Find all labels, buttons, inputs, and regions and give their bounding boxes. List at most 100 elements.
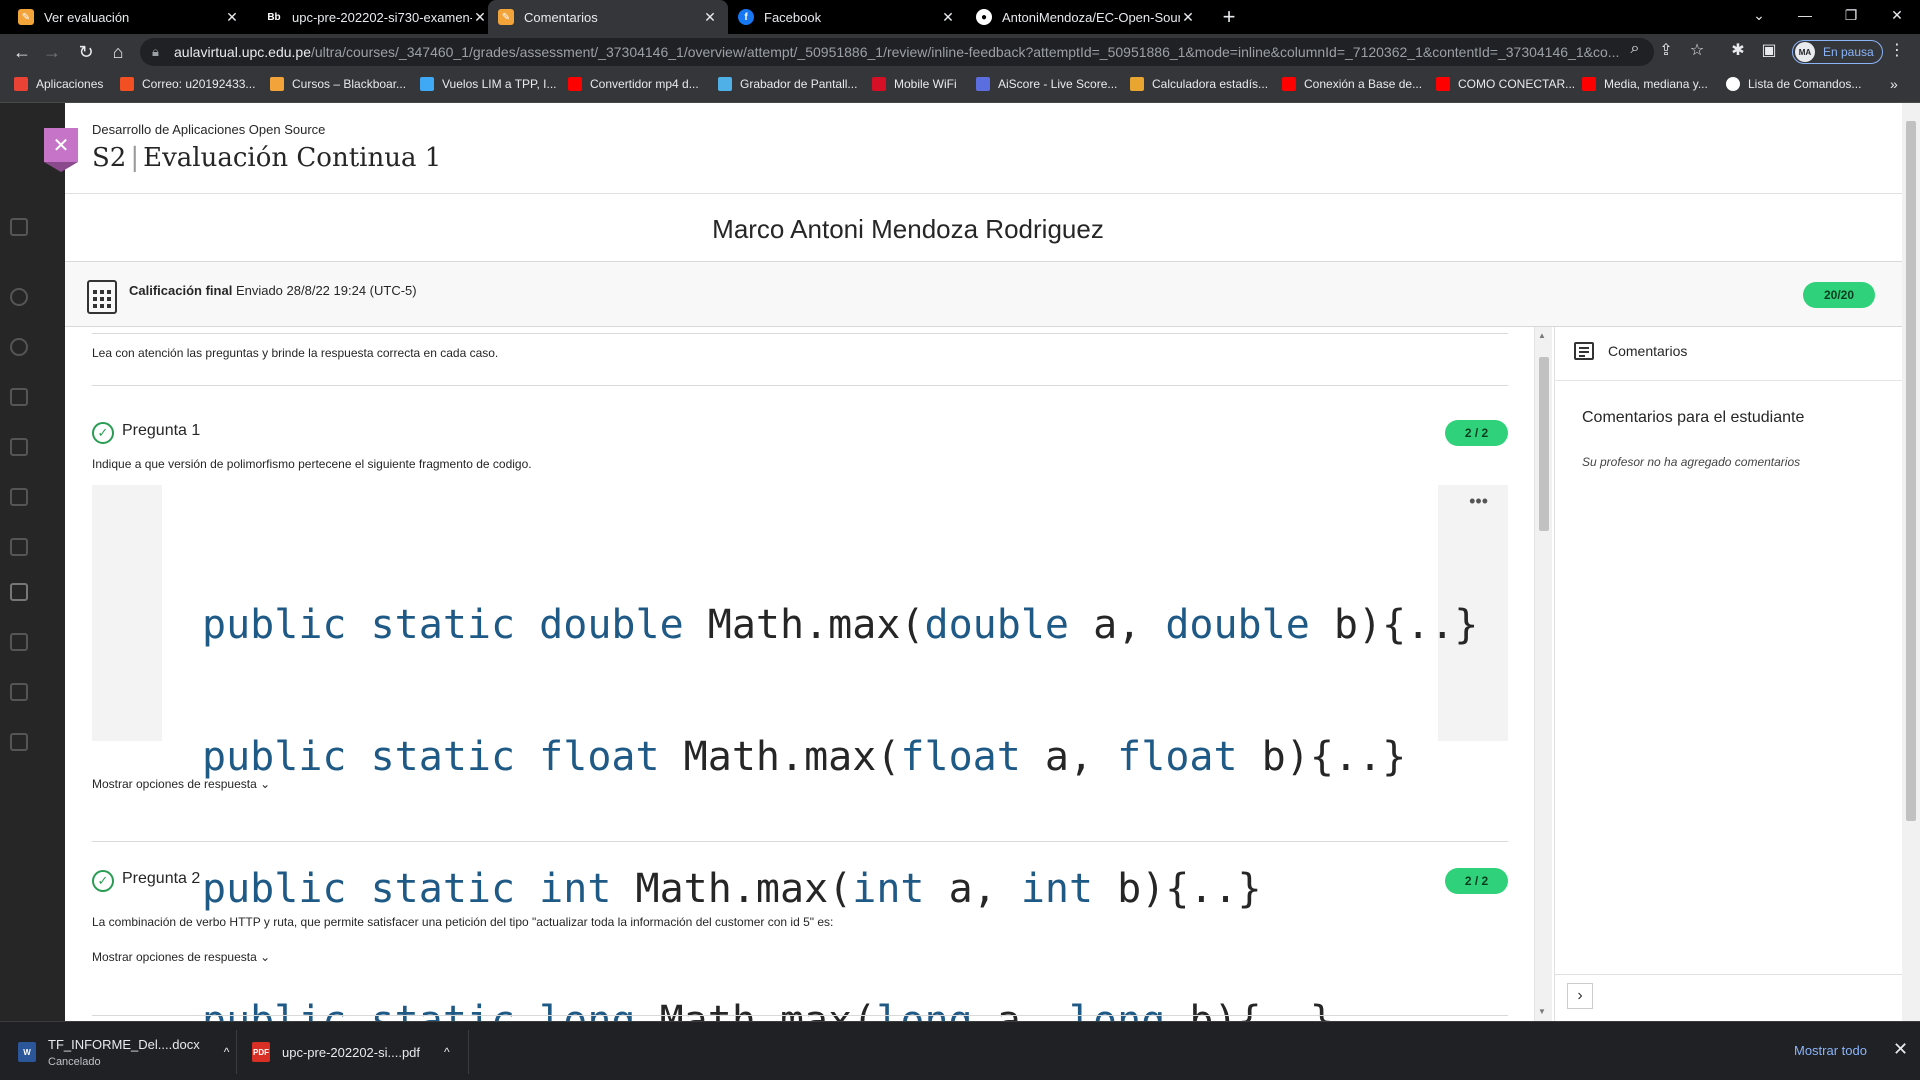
back-button[interactable]: ←: [10, 40, 34, 64]
check-circle-icon: ✓: [92, 870, 114, 892]
extensions-icon[interactable]: ✱: [1727, 40, 1749, 60]
close-icon[interactable]: ✕: [472, 9, 488, 26]
tab-examen[interactable]: Bb upc-pre-202202-si730-examen-f ✕: [256, 0, 498, 34]
bookmark-aiscore[interactable]: AiScore - Live Score...: [976, 77, 1117, 91]
forward-button[interactable]: →: [40, 40, 64, 64]
new-tab-button[interactable]: +: [1216, 4, 1242, 30]
question-text: La combinación de verbo HTTP y ruta, que…: [92, 915, 834, 929]
bookmark-correo[interactable]: Correo: u20192433...: [120, 77, 255, 91]
chevron-right-icon[interactable]: ›: [1567, 983, 1593, 1009]
tab-title: upc-pre-202202-si730-examen-f: [292, 9, 472, 25]
youtube-icon: [1282, 77, 1296, 91]
groups-icon: [10, 438, 28, 456]
close-icon[interactable]: ✕: [1180, 9, 1196, 26]
tab-comentarios[interactable]: ✎ Comentarios ✕: [488, 0, 728, 34]
show-all-downloads-link[interactable]: Mostrar todo: [1794, 1043, 1867, 1058]
url-host: aulavirtual.upc.edu.pe: [174, 44, 311, 60]
profile-button[interactable]: MA En pausa: [1792, 40, 1883, 64]
address-bar[interactable]: 🔒︎ aulavirtual.upc.edu.pe/ultra/courses/_…: [140, 38, 1654, 66]
comment-icon: [1574, 342, 1594, 360]
bookmark-label: Media, mediana y...: [1604, 77, 1708, 91]
restore-button[interactable]: ❐: [1828, 0, 1874, 30]
divider: [468, 1030, 469, 1074]
close-icon[interactable]: ✕: [224, 9, 240, 26]
show-answer-options-toggle[interactable]: Mostrar opciones de respuesta ⌄: [92, 777, 270, 791]
bookmark-lista-comandos[interactable]: Lista de Comandos...: [1726, 77, 1861, 91]
grade-summary-text: Calificación final Enviado 28/8/22 19:24…: [129, 283, 417, 298]
globe-icon: [10, 338, 28, 356]
download-item[interactable]: PDF upc-pre-202202-si....pdf ^: [252, 1032, 450, 1072]
tab-ver-evaluacion[interactable]: ✎ Ver evaluación ✕: [8, 0, 250, 34]
bookmark-convertidor[interactable]: Convertidor mp4 d...: [568, 77, 699, 91]
tab-search-icon[interactable]: ⌄: [1736, 0, 1782, 30]
background-app-nav: [0, 103, 65, 1021]
bookmark-cursos[interactable]: Cursos – Blackboar...: [270, 77, 406, 91]
tab-strip: ✎ Ver evaluación ✕ Bb upc-pre-202202-si7…: [0, 0, 1920, 34]
code-keyword: double: [539, 602, 684, 648]
scroll-down-icon[interactable]: ▼: [1538, 1007, 1546, 1016]
show-answer-options-toggle[interactable]: Mostrar opciones de respuesta ⌄: [92, 950, 270, 964]
header-divider: [65, 193, 1920, 194]
code-keyword: float: [539, 734, 660, 780]
code-keyword: float: [900, 734, 1021, 780]
bookmark-calculadora[interactable]: Calculadora estadís...: [1130, 77, 1268, 91]
close-icon[interactable]: ✕: [1893, 1039, 1908, 1060]
bookmark-star-icon[interactable]: ☆: [1686, 40, 1708, 60]
bookmark-vuelos[interactable]: Vuelos LIM a TPP, I...: [420, 77, 557, 91]
more-options-icon[interactable]: •••: [1469, 491, 1488, 512]
page-scrollbar[interactable]: [1902, 103, 1920, 1021]
divider: [92, 333, 1508, 334]
youtube-icon: [1582, 77, 1596, 91]
tab-github[interactable]: ● AntoniMendoza/EC-Open-Sourc ✕: [966, 0, 1206, 34]
code-keyword: long: [876, 998, 973, 1021]
bookmark-label: COMO CONECTAR...: [1458, 77, 1576, 91]
lock-icon: 🔒︎: [152, 44, 159, 59]
code-line: public static double Math.max(double a, …: [202, 603, 1478, 647]
zoom-icon[interactable]: ⌕: [1624, 40, 1646, 58]
questions-scrollbar[interactable]: ▲ ▼: [1534, 327, 1552, 1021]
scrollbar-thumb[interactable]: [1906, 121, 1916, 821]
github-icon: ●: [976, 9, 992, 25]
side-panel-icon[interactable]: ▣: [1758, 40, 1780, 60]
avatar: MA: [1795, 42, 1815, 62]
close-panel-button[interactable]: ✕: [44, 128, 78, 162]
chevron-up-icon[interactable]: ^: [444, 1045, 450, 1059]
code-keyword: public static: [202, 866, 540, 912]
bookmark-label: Aplicaciones: [36, 77, 104, 91]
chevron-up-icon[interactable]: ^: [224, 1045, 230, 1059]
code-keyword: long: [539, 998, 636, 1021]
reload-button[interactable]: ↻: [74, 40, 98, 64]
home-button[interactable]: ⌂: [106, 40, 130, 64]
close-icon[interactable]: ✕: [940, 9, 956, 26]
bookmark-aplicaciones[interactable]: Aplicaciones: [14, 77, 103, 91]
download-item[interactable]: W TF_INFORME_Del....docx Cancelado ^: [18, 1032, 229, 1072]
code-text: a,: [1068, 602, 1166, 648]
window-close-button[interactable]: ✕: [1874, 0, 1920, 30]
code-block: public static double Math.max(double a, …: [202, 515, 1478, 1021]
tab-facebook[interactable]: f Facebook ✕: [728, 0, 966, 34]
scroll-up-icon[interactable]: ▲: [1538, 331, 1546, 340]
minimize-button[interactable]: —: [1782, 0, 1828, 30]
code-keyword: double: [1165, 602, 1310, 648]
bookmark-mobile-wifi[interactable]: Mobile WiFi: [872, 77, 957, 91]
instructions: Lea con atención las preguntas y brinde …: [92, 346, 499, 360]
bookmark-media[interactable]: Media, mediana y...: [1582, 77, 1708, 91]
title-separator: |: [130, 143, 140, 173]
more-bookmarks-icon[interactable]: »: [1890, 76, 1898, 92]
bookmark-como-conectar[interactable]: COMO CONECTAR...: [1436, 77, 1575, 91]
share-icon[interactable]: ⇪: [1655, 40, 1677, 60]
url-path: /ultra/courses/_347460_1/grades/assessme…: [311, 44, 1620, 60]
scrollbar-thumb[interactable]: [1539, 357, 1549, 531]
pencil-icon: [270, 77, 284, 91]
menu-icon[interactable]: ⋮: [1886, 40, 1908, 60]
submitted-date: Enviado 28/8/22 19:24 (UTC-5): [235, 283, 417, 298]
divider: [92, 385, 1508, 386]
apps-grid-icon: [14, 77, 28, 91]
calendar-icon: [10, 488, 28, 506]
heart-icon: [420, 77, 434, 91]
bookmark-grabador[interactable]: Grabador de Pantall...: [718, 77, 857, 91]
code-text: Math.max(: [659, 734, 901, 780]
close-icon[interactable]: ✕: [702, 9, 718, 26]
signout-icon: [10, 733, 28, 751]
bookmark-conexion[interactable]: Conexión a Base de...: [1282, 77, 1422, 91]
